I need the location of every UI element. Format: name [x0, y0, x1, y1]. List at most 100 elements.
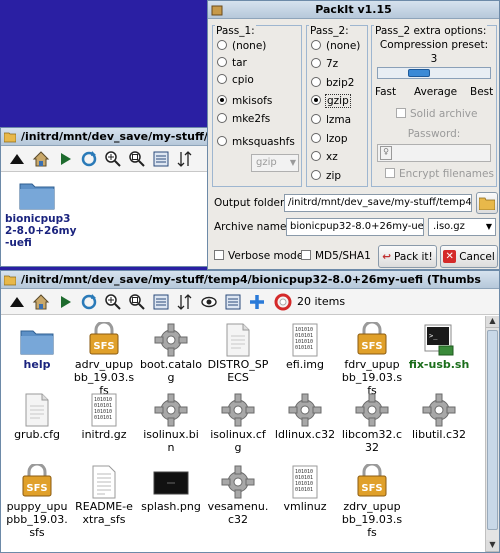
folder-icon: [4, 275, 16, 286]
solid-archive-checkbox[interactable]: Solid archive: [396, 108, 477, 120]
preset-fast-label: Fast: [375, 86, 397, 98]
slider-handle[interactable]: [408, 69, 430, 77]
pass2-none-radio[interactable]: (none): [311, 39, 360, 53]
file-item[interactable]: libcom32.c32: [341, 392, 403, 454]
file-item[interactable]: >_ fix-usb.sh: [408, 322, 470, 371]
back-window-toolbar: [1, 146, 209, 172]
file-item-label: efi.img: [286, 358, 324, 371]
zoom-in-icon[interactable]: [103, 149, 123, 169]
pass2-lzma-radio[interactable]: lzma: [311, 113, 351, 127]
file-item[interactable]: help: [6, 322, 68, 371]
folder-icon: [19, 183, 55, 210]
file-item-label: DISTRO_SPECS: [207, 358, 269, 384]
file-item[interactable]: 101010 010101 101010 010101 efi.img: [274, 322, 336, 371]
gear-icon: [220, 464, 256, 500]
compression-preset-slider[interactable]: [377, 67, 491, 79]
scroll-down-icon[interactable]: ▼: [486, 540, 499, 552]
script-icon: >_: [421, 322, 457, 358]
packit-window: PackIt v1.15 Pass_1: (none) tar cpio mki…: [207, 0, 500, 270]
pass2-7z-radio[interactable]: 7z: [311, 57, 338, 71]
browse-folder-button[interactable]: [476, 192, 498, 214]
file-item[interactable]: SFS adrv_upupbb_19.03.sfs: [73, 320, 135, 397]
front-window-titlebar[interactable]: /initrd/mnt/dev_save/my-stuff/temp4/bion…: [1, 271, 499, 289]
pack-it-button[interactable]: ↩ Pack it!: [378, 245, 437, 268]
pass1-mkisofs-radio[interactable]: mkisofs: [217, 94, 272, 108]
squashfs-compressor-select[interactable]: gzip ▼: [251, 154, 299, 172]
file-item[interactable]: splash.png: [140, 464, 202, 513]
back-arrow-icon: ↩: [382, 250, 392, 263]
home-icon[interactable]: [31, 292, 51, 312]
pass2-zip-radio[interactable]: zip: [311, 169, 341, 183]
file-item-label: grub.cfg: [14, 428, 60, 441]
play-icon[interactable]: [55, 292, 75, 312]
pass1-none-radio[interactable]: (none): [217, 39, 266, 53]
file-item[interactable]: DISTRO_SPECS: [207, 322, 269, 384]
pass2-xz-radio[interactable]: xz: [311, 150, 338, 164]
back-window-titlebar[interactable]: /initrd/mnt/dev_save/my-stuff/temp: [1, 128, 209, 146]
file-item[interactable]: SFS puppy_upupbb_19.03.sfs: [6, 462, 68, 539]
pass1-mksquashfs-radio[interactable]: mksquashfs: [217, 135, 295, 149]
sort-icon[interactable]: [175, 292, 195, 312]
pass2-lzop-radio[interactable]: lzop: [311, 132, 348, 146]
file-item-label: vmlinuz: [283, 500, 327, 513]
scroll-up-icon[interactable]: ▲: [486, 316, 499, 328]
back-window-title: /initrd/mnt/dev_save/my-stuff/temp: [21, 130, 209, 143]
up-arrow-icon[interactable]: [7, 292, 27, 312]
binary-icon: 101010 010101 101010 010101: [287, 322, 323, 358]
cancel-button[interactable]: ✕ Cancel: [440, 245, 498, 268]
password-field[interactable]: ♀: [377, 144, 491, 162]
scrollbar-thumb[interactable]: [487, 330, 498, 530]
file-grid: help SFS adrv_upupbb_19.03.sfs boot.catalog…: [1, 316, 485, 552]
encrypt-filenames-checkbox[interactable]: Encrypt filenames: [385, 168, 494, 180]
file-item[interactable]: SFS zdrv_upupbb_19.03.sfs: [341, 462, 403, 539]
file-item[interactable]: ldlinux.c32: [274, 392, 336, 441]
help-icon[interactable]: [273, 292, 293, 312]
extension-select[interactable]: .iso.gz ▼: [428, 218, 496, 236]
file-item[interactable]: isolinux.cfg: [207, 392, 269, 454]
gear-icon: [220, 392, 256, 428]
file-item[interactable]: isolinux.bin: [140, 392, 202, 454]
pass2-gzip-radio[interactable]: gzip: [311, 94, 351, 108]
file-item[interactable]: README-extra_sfs: [73, 464, 135, 526]
file-item[interactable]: vesamenu.c32: [207, 464, 269, 526]
vertical-scrollbar[interactable]: ▲ ▼: [485, 316, 499, 552]
pass2-group: Pass_2: (none) 7z bzip2 gzip lzma lzop x…: [306, 25, 368, 187]
archive-name-field[interactable]: bionicpup32-8.0+26my-uefi: [286, 218, 424, 236]
refresh-icon[interactable]: [79, 292, 99, 312]
details-view-icon[interactable]: [151, 149, 171, 169]
packit-titlebar[interactable]: PackIt v1.15: [208, 1, 499, 19]
zoom-fit-icon[interactable]: [127, 149, 147, 169]
zoom-in-icon[interactable]: [103, 292, 123, 312]
details-view-icon[interactable]: [151, 292, 171, 312]
back-window-item[interactable]: bionicpup32-8.0+26my-uefi: [5, 178, 77, 249]
compression-preset-value: 3: [430, 53, 438, 65]
zoom-fit-icon[interactable]: [127, 292, 147, 312]
pass2-label: Pass_2:: [309, 25, 350, 37]
file-item-label: libutil.c32: [411, 428, 467, 441]
file-item[interactable]: boot.catalog: [140, 322, 202, 384]
file-item-label: isolinux.bin: [143, 428, 199, 454]
file-item[interactable]: SFS fdrv_upupbb_19.03.sfs: [341, 320, 403, 397]
pass2-bzip2-radio[interactable]: bzip2: [311, 76, 354, 90]
md5-sha1-checkbox[interactable]: MD5/SHA1: [301, 250, 371, 262]
compression-preset-label: Compression preset:: [379, 39, 489, 51]
new-item-icon[interactable]: [247, 292, 267, 312]
file-item[interactable]: 101010 010101 101010 010101 vmlinuz: [274, 464, 336, 513]
play-icon[interactable]: [55, 149, 75, 169]
pass1-group: Pass_1: (none) tar cpio mkisofs mke2fs m…: [212, 25, 302, 187]
sort-icon[interactable]: [175, 149, 195, 169]
file-item[interactable]: libutil.c32: [408, 392, 470, 441]
file-item[interactable]: 101010 010101 101010 010101 initrd.gz: [73, 392, 135, 441]
file-item[interactable]: grub.cfg: [6, 392, 68, 441]
output-folder-field[interactable]: /initrd/mnt/dev_save/my-stuff/temp4: [284, 194, 472, 212]
up-arrow-icon[interactable]: [7, 149, 27, 169]
eye-icon[interactable]: [199, 292, 219, 312]
pass1-tar-radio[interactable]: tar: [217, 56, 247, 70]
verbose-mode-checkbox[interactable]: Verbose mode: [214, 250, 303, 262]
pass1-mke2fs-radio[interactable]: mke2fs: [217, 112, 270, 126]
refresh-icon[interactable]: [79, 149, 99, 169]
pass1-cpio-radio[interactable]: cpio: [217, 73, 254, 87]
home-icon[interactable]: [31, 149, 51, 169]
list-view-icon[interactable]: [223, 292, 243, 312]
file-item-label: boot.catalog: [140, 358, 202, 384]
